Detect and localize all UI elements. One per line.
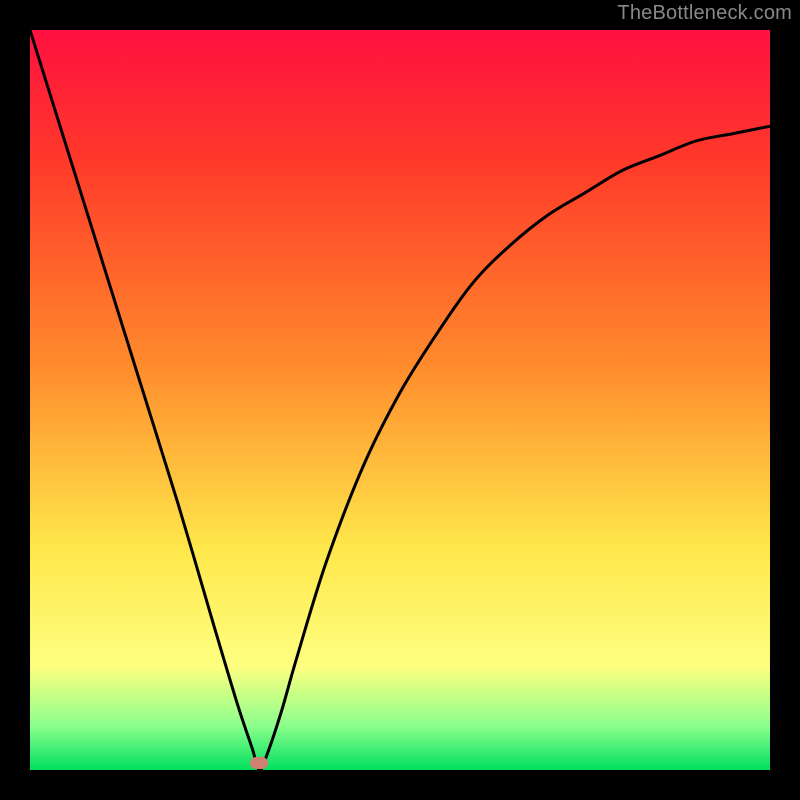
plot-area [30,30,770,770]
bottleneck-curve [30,30,770,770]
optimal-point-marker [250,757,268,769]
attribution-text: TheBottleneck.com [617,2,792,25]
curve-path [30,30,770,770]
chart-container: TheBottleneck.com [0,0,800,800]
